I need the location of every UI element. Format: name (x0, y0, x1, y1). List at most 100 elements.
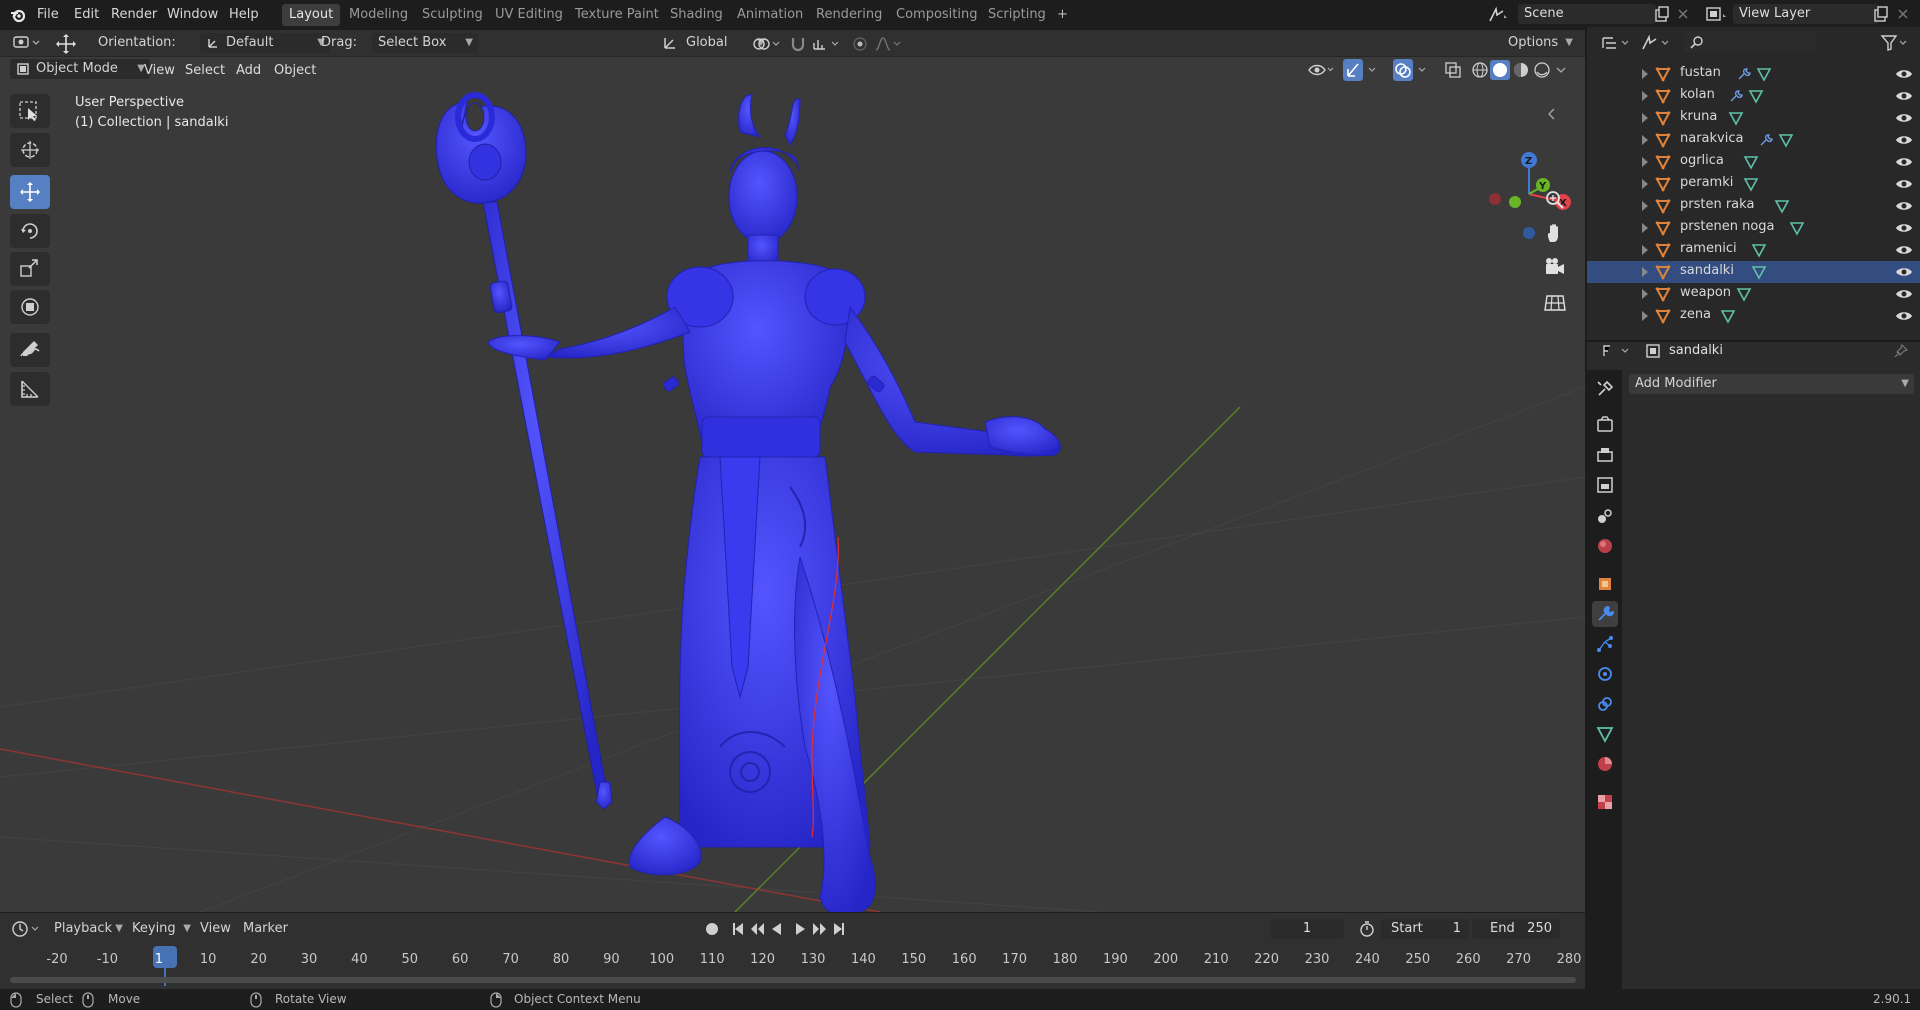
camera-view-button[interactable] (1541, 254, 1569, 282)
outliner-item[interactable]: kolan (1587, 85, 1920, 107)
shading-options-chevron-icon[interactable] (1554, 63, 1568, 77)
prev-keyframe-icon[interactable] (751, 923, 764, 935)
tool-annotate[interactable] (10, 333, 50, 367)
pin-icon[interactable] (1893, 343, 1909, 359)
gizmo-neg-x-icon[interactable] (1489, 193, 1501, 205)
orientation-dropdown[interactable]: Default ▼ (200, 33, 330, 53)
jump-end-icon[interactable] (834, 923, 844, 935)
expand-arrow-icon[interactable] (1642, 245, 1648, 255)
ortho-view-button[interactable] (1541, 288, 1569, 316)
tool-move[interactable] (10, 175, 50, 209)
visibility-filter-icon[interactable] (1307, 61, 1335, 79)
delete-scene-icon[interactable] (1677, 8, 1689, 20)
tab-material[interactable] (1592, 751, 1618, 777)
end-frame-field[interactable]: End 250 (1472, 919, 1560, 939)
tab-compositing[interactable]: Compositing (889, 4, 985, 26)
tab-texture-paint[interactable]: Texture Paint (568, 4, 666, 26)
tool-measure[interactable] (10, 372, 50, 406)
tab-modifiers[interactable] (1592, 601, 1618, 627)
tab-constraints[interactable] (1592, 691, 1618, 717)
snap-magnet-icon[interactable] (789, 35, 807, 53)
proportional-editing-icon[interactable] (851, 35, 869, 53)
tab-uv-editing[interactable]: UV Editing (488, 4, 570, 26)
timeline-editor-type-icon[interactable] (10, 919, 42, 939)
mesh-data-icon[interactable] (1736, 286, 1752, 302)
pan-view-button[interactable] (1541, 220, 1569, 248)
mesh-data-icon[interactable] (1743, 154, 1759, 170)
modifier-wrench-icon[interactable] (1736, 66, 1752, 82)
zoom-view-button[interactable] (1541, 186, 1569, 214)
tab-particles[interactable] (1592, 631, 1618, 657)
tab-rendering[interactable]: Rendering (809, 4, 889, 26)
tab-scene[interactable] (1592, 503, 1618, 529)
xray-toggle-icon[interactable] (1444, 61, 1462, 79)
add-workspace-button[interactable]: + (1050, 4, 1075, 26)
mesh-data-icon[interactable] (1774, 198, 1790, 214)
expand-arrow-icon[interactable] (1642, 69, 1648, 79)
start-frame-field[interactable]: Start 1 (1381, 919, 1469, 939)
record-icon[interactable] (706, 923, 718, 935)
add-modifier-dropdown[interactable]: Add Modifier ▼ (1629, 374, 1914, 394)
tab-render[interactable] (1592, 412, 1618, 438)
scene-name-field[interactable]: Scene (1518, 4, 1656, 24)
mesh-data-icon[interactable] (1751, 242, 1767, 258)
editor-type-icon[interactable] (12, 33, 42, 53)
mesh-data-icon[interactable] (1778, 132, 1794, 148)
play-reverse-icon[interactable] (772, 923, 781, 935)
view-layer-icon[interactable] (1705, 5, 1729, 25)
tab-physics[interactable] (1592, 661, 1618, 687)
outliner-search-input[interactable] (1684, 32, 1816, 52)
visibility-eye-icon[interactable] (1895, 199, 1913, 213)
menu-render[interactable]: Render (107, 5, 161, 25)
keying-menu[interactable]: Keying ▼ (126, 919, 196, 939)
tab-tool[interactable] (1592, 376, 1618, 402)
visibility-eye-icon[interactable] (1895, 177, 1913, 191)
tab-sculpting[interactable]: Sculpting (415, 4, 490, 26)
menu-help[interactable]: Help (225, 5, 263, 25)
current-frame-field[interactable]: 1 (1270, 919, 1344, 939)
active-tool-move-icon[interactable] (55, 33, 77, 55)
new-view-layer-icon[interactable] (1873, 6, 1889, 24)
visibility-eye-icon[interactable] (1895, 111, 1913, 125)
gizmo-toggle-icon[interactable] (1343, 59, 1383, 81)
expand-arrow-icon[interactable] (1642, 311, 1648, 321)
expand-arrow-icon[interactable] (1642, 201, 1648, 211)
outliner-item[interactable]: weapon (1587, 283, 1920, 305)
expand-arrow-icon[interactable] (1642, 157, 1648, 167)
timeline-marker-menu[interactable]: Marker (243, 919, 288, 939)
expand-arrow-icon[interactable] (1642, 113, 1648, 123)
delete-view-layer-icon[interactable] (1897, 8, 1909, 20)
tab-output[interactable] (1592, 442, 1618, 468)
outliner-item[interactable]: sandalki (1587, 261, 1920, 283)
modifier-wrench-icon[interactable] (1758, 132, 1774, 148)
shading-solid-icon[interactable] (1490, 60, 1510, 80)
visibility-eye-icon[interactable] (1895, 89, 1913, 103)
shading-material-icon[interactable] (1511, 60, 1531, 80)
menu-window[interactable]: Window (163, 5, 222, 25)
object-mode-dropdown[interactable]: Object Mode ▼ (10, 59, 150, 79)
expand-arrow-icon[interactable] (1642, 289, 1648, 299)
outliner-item[interactable]: fustan (1587, 63, 1920, 85)
mesh-data-icon[interactable] (1751, 264, 1767, 280)
next-keyframe-icon[interactable] (813, 923, 826, 935)
timeline-scrollbar[interactable] (10, 977, 1576, 983)
outliner-filter-icon[interactable] (1880, 33, 1910, 53)
tool-cursor[interactable] (10, 133, 50, 167)
outliner-item[interactable]: peramki (1587, 173, 1920, 195)
mesh-data-icon[interactable] (1720, 308, 1736, 324)
drag-dropdown[interactable]: Select Box ▼ (372, 33, 478, 53)
visibility-eye-icon[interactable] (1895, 287, 1913, 301)
mesh-data-icon[interactable] (1756, 66, 1772, 82)
tab-scripting[interactable]: Scripting (981, 4, 1053, 26)
menu-edit[interactable]: Edit (70, 5, 103, 25)
visibility-eye-icon[interactable] (1895, 309, 1913, 323)
weapon-staff-mesh[interactable] (435, 92, 613, 810)
outliner-item[interactable]: narakvica (1587, 129, 1920, 151)
blender-logo-icon[interactable] (9, 6, 27, 24)
3d-viewport[interactable]: Z X Y (0, 57, 1585, 912)
jump-start-icon[interactable] (733, 923, 743, 935)
tab-world[interactable] (1592, 533, 1618, 559)
viewport-menu-select[interactable]: Select (185, 62, 225, 80)
timeline-view-menu[interactable]: View (200, 919, 231, 939)
scene-icon[interactable] (1487, 5, 1509, 25)
